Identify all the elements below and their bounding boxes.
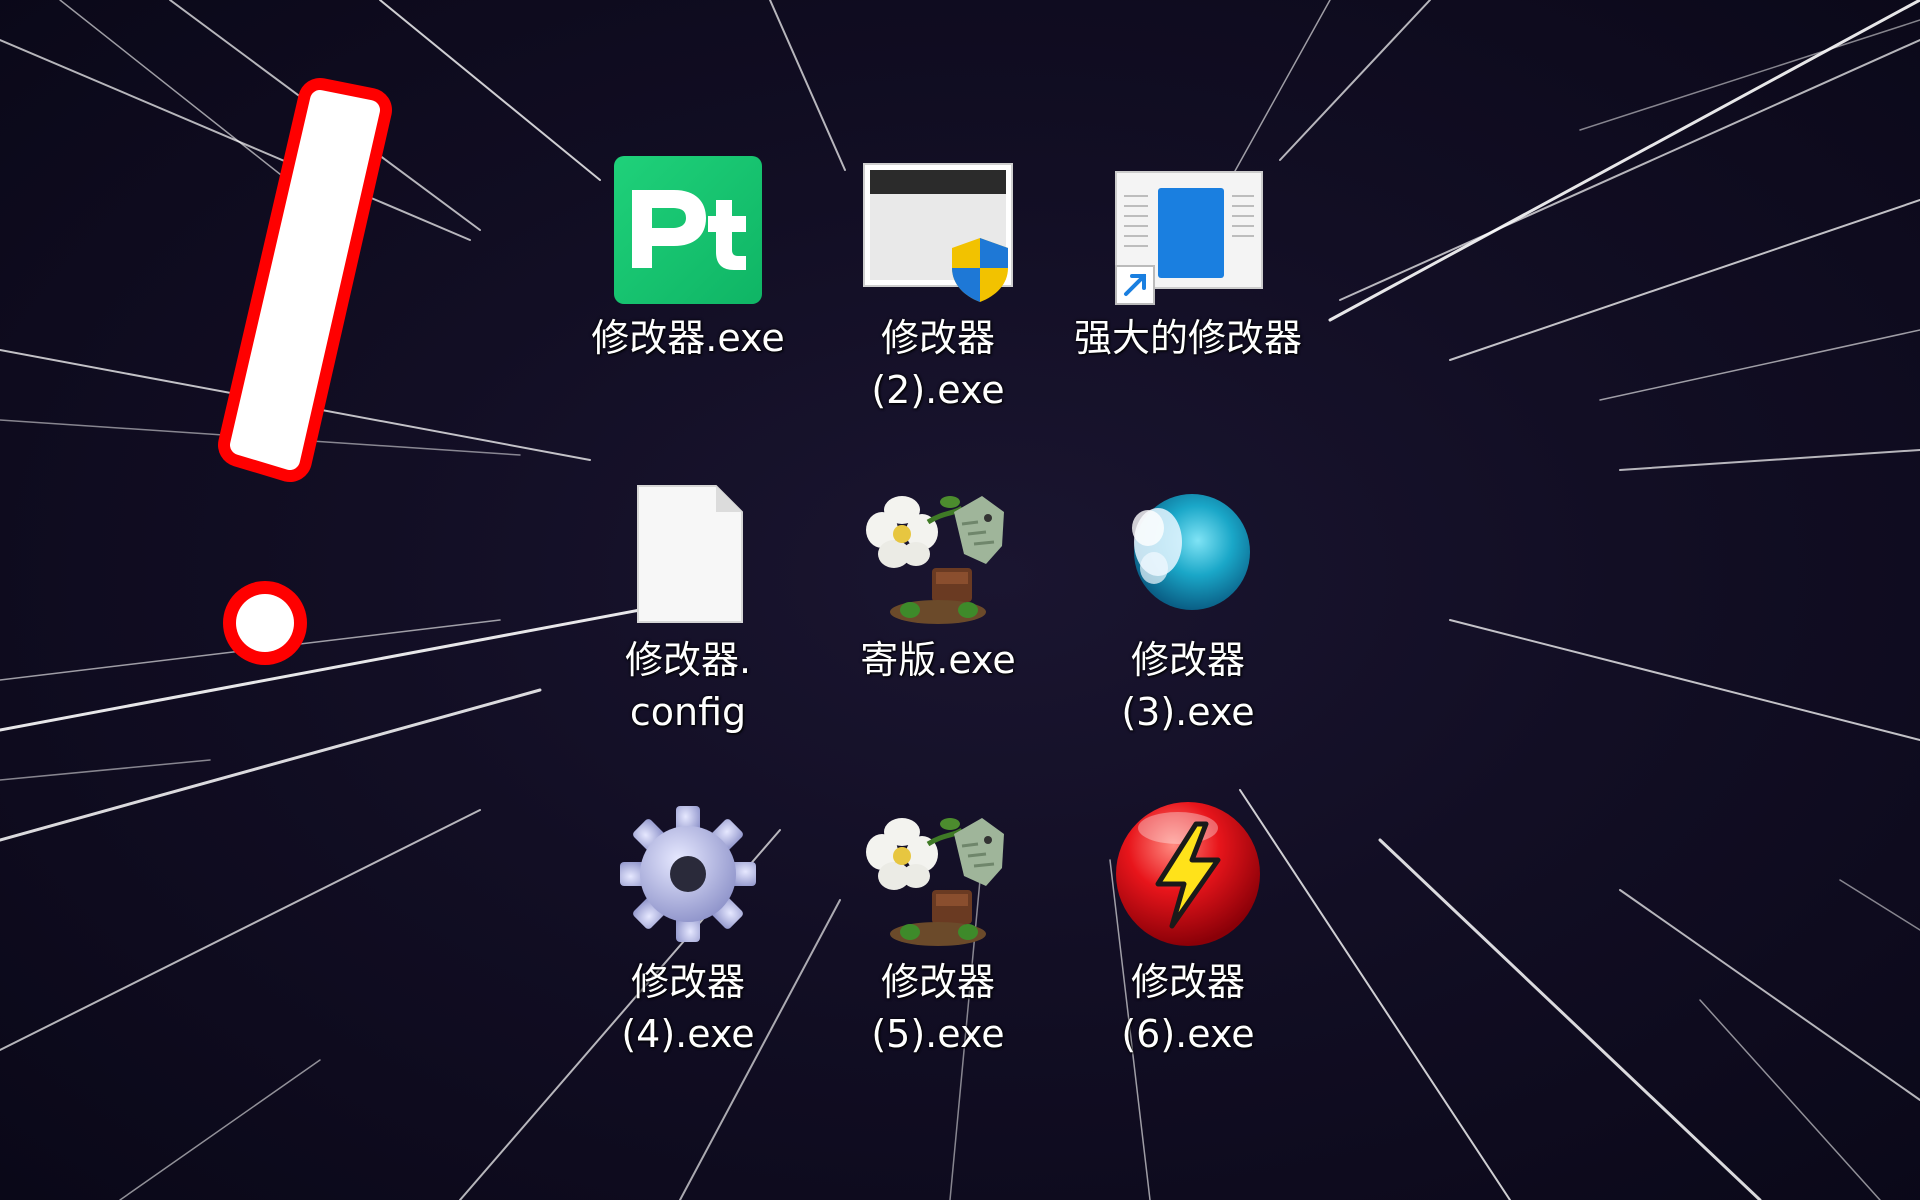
icon-label: 修改器 (4).exe: [621, 960, 755, 1056]
blank-file-icon: [608, 472, 768, 632]
plants-vs-zombies-icon: [858, 794, 1018, 954]
desktop-icon-modifier-6-exe[interactable]: 修改器 (6).exe: [1063, 794, 1313, 1094]
desktop-icon-modifier-exe[interactable]: 修改器.exe: [563, 150, 813, 450]
icon-label: 修改器 (6).exe: [1121, 960, 1255, 1056]
desktop-icon-modifier-2-exe[interactable]: 修改器 (2).exe: [813, 150, 1063, 450]
icon-label: 寄版.exe: [860, 638, 1016, 682]
icon-label: 修改器 (5).exe: [871, 960, 1005, 1056]
icon-label: 修改器.exe: [591, 316, 785, 360]
desktop-icon-modifier-3-exe[interactable]: 修改器 (3).exe: [1063, 472, 1313, 772]
shortcut-document-icon: [1108, 150, 1268, 310]
pt-green-app-icon: [608, 150, 768, 310]
desktop-icon-jiban-exe[interactable]: 寄版.exe: [813, 472, 1063, 772]
desktop-icon-powerful-modifier-shortcut[interactable]: 强大的修改器: [1063, 150, 1313, 450]
gear-icon: [608, 794, 768, 954]
icon-label: 修改器 (3).exe: [1121, 638, 1255, 734]
icon-label: 强大的修改器: [1073, 316, 1302, 360]
blue-orb-icon: [1108, 472, 1268, 632]
plants-vs-zombies-icon: [858, 472, 1018, 632]
desktop-icon-modifier-4-exe[interactable]: 修改器 (4).exe: [563, 794, 813, 1094]
window-shield-icon: [858, 150, 1018, 310]
desktop-icon-modifier-5-exe[interactable]: 修改器 (5).exe: [813, 794, 1063, 1094]
red-lightning-icon: [1108, 794, 1268, 954]
exclamation-mark-decoration: [218, 78, 392, 665]
desktop-icon-modifier-config[interactable]: 修改器. config: [563, 472, 813, 772]
icon-label: 修改器. config: [624, 638, 752, 734]
icon-label: 修改器 (2).exe: [871, 316, 1005, 412]
